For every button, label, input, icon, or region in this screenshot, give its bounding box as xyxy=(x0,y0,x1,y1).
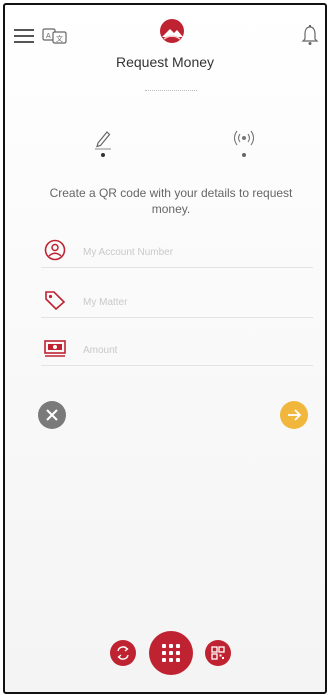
title-underline xyxy=(145,90,197,95)
next-button[interactable] xyxy=(280,401,308,429)
bank-logo xyxy=(160,19,184,43)
account-number-field[interactable] xyxy=(41,235,313,268)
amount-input[interactable] xyxy=(81,339,305,361)
tag-icon xyxy=(45,291,66,311)
grid-icon xyxy=(162,644,180,662)
qr-code-icon xyxy=(211,646,225,660)
svg-text:文: 文 xyxy=(56,34,63,43)
account-number-input[interactable] xyxy=(81,241,305,263)
qr-button[interactable] xyxy=(205,640,231,666)
hamburger-menu-icon[interactable] xyxy=(13,27,35,45)
language-translate-icon[interactable]: A 文 xyxy=(42,27,68,45)
transfer-arrows-icon xyxy=(117,646,129,660)
cancel-button[interactable] xyxy=(38,401,66,429)
tab-indicator-contactless xyxy=(242,153,246,157)
instruction-text: Create a QR code with your details to re… xyxy=(49,186,293,216)
amount-field[interactable] xyxy=(41,333,313,366)
cash-icon xyxy=(44,340,66,357)
matter-input[interactable] xyxy=(81,291,305,313)
main-menu-button[interactable] xyxy=(149,631,193,675)
tab-indicator-manual xyxy=(101,153,105,157)
pencil-icon[interactable] xyxy=(90,125,116,151)
svg-text:A: A xyxy=(46,33,51,40)
user-icon xyxy=(44,239,66,261)
page-title: Request Money xyxy=(115,54,215,70)
app-screen: A 文 Request Money Create a QR code with … xyxy=(3,3,327,694)
bell-icon[interactable] xyxy=(301,24,319,46)
close-icon xyxy=(46,409,58,421)
arrow-right-icon xyxy=(288,409,302,421)
transfer-button[interactable] xyxy=(110,640,136,666)
contactless-icon[interactable] xyxy=(231,125,257,151)
matter-field[interactable] xyxy=(41,285,313,318)
